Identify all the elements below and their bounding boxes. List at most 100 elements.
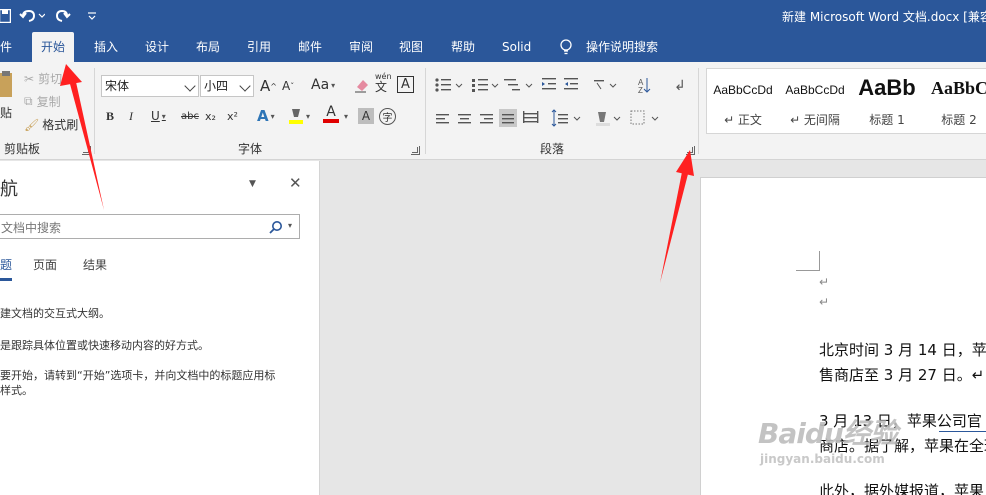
paste-icon[interactable]: [0, 70, 14, 100]
style-sample: AaBbCcDd: [713, 83, 773, 97]
style-sample: AaBbCcDd: [785, 83, 845, 97]
clear-formatting-button[interactable]: [354, 77, 370, 93]
font-color-dropdown[interactable]: ▾: [342, 112, 348, 121]
grow-font-button[interactable]: A ^: [260, 77, 277, 95]
shrink-font-icon: A: [282, 79, 291, 93]
phonetic-guide-button[interactable]: wén 文: [375, 72, 392, 93]
shrink-font-button[interactable]: Aˇ: [282, 79, 294, 93]
highlight-button[interactable]: ▾: [288, 107, 310, 125]
tab-view[interactable]: 视图: [399, 32, 423, 62]
paragraph-controls: AZ ↲: [435, 77, 686, 127]
watermark-url: jingyan.baidu.com: [760, 452, 885, 466]
font-name-combo[interactable]: 宋体: [101, 75, 199, 97]
tab-results[interactable]: 结果: [83, 256, 107, 273]
paragraph-dialog-launcher[interactable]: [686, 146, 695, 155]
character-border-button[interactable]: A: [397, 76, 414, 93]
group-separator: [698, 68, 699, 154]
pane-options-icon[interactable]: ▼: [249, 179, 256, 189]
font-size-combo[interactable]: 小四: [200, 75, 254, 97]
navigation-pane: 导航 ▼ ✕ 文档中搜索 ▾ 题 页面 结果 建文档的交互式大纲。 是跟踪具体位…: [0, 161, 320, 495]
style-no-spacing[interactable]: AaBbCcDd ↵ 无间隔: [779, 69, 851, 133]
text-effects-icon: A: [257, 107, 269, 125]
style-heading-1[interactable]: AaBb 标题 1: [851, 69, 923, 133]
paragraph-mark: ↵: [819, 275, 830, 289]
document-title: 新建 Microsoft Word 文档.docx [兼容: [782, 10, 986, 24]
character-shading-button[interactable]: A: [358, 108, 374, 124]
tab-headings[interactable]: 题: [0, 256, 12, 273]
enclose-characters-button[interactable]: 字: [379, 108, 396, 125]
character-border-icon: A: [401, 77, 410, 92]
ribbon: 贴 ✂ 剪切 ⧉ 复制 🖌 格式刷 剪贴板 宋体 小四 A ^ Aˇ Aa ▾ wé…: [0, 62, 986, 160]
document-text-line: 此外，据外媒报道，苹果: [819, 482, 985, 495]
subscript-button[interactable]: x₂: [205, 110, 216, 123]
change-case-icon: Aa: [311, 77, 330, 93]
cut-label: 剪切: [38, 72, 63, 86]
search-icon[interactable]: [269, 220, 283, 234]
tab-mailings[interactable]: 邮件: [298, 32, 322, 62]
style-name: 标题 1: [869, 113, 905, 127]
nav-help-text: 要开始，请转到“开始”选项卡，并向文档中的标题应用标: [0, 369, 276, 382]
style-heading-2[interactable]: AaBbC 标题 2: [923, 69, 986, 133]
format-painter-button[interactable]: 🖌 格式刷: [24, 116, 78, 133]
underline-icon: U: [151, 109, 160, 123]
text-effects-button[interactable]: A ▾: [257, 107, 275, 125]
customize-qat-icon[interactable]: [86, 6, 98, 26]
style-name: 标题 2: [941, 113, 977, 127]
style-sample: AaBb: [858, 75, 916, 100]
tab-design[interactable]: 设计: [145, 32, 169, 62]
tab-solid[interactable]: Solid: [502, 32, 531, 62]
change-case-button[interactable]: Aa ▾: [311, 77, 335, 93]
nav-search-input[interactable]: 文档中搜索 ▾: [0, 214, 300, 239]
cut-button[interactable]: ✂ 剪切: [24, 70, 62, 87]
search-options-icon[interactable]: ▾: [288, 221, 292, 230]
navigation-title: 导航: [0, 179, 18, 200]
tab-layout[interactable]: 布局: [196, 32, 220, 62]
watermark-logo: Baidu经验: [758, 417, 898, 450]
nav-help-text: 建文档的交互式大纲。: [0, 307, 110, 320]
style-name: ↵ 无间隔: [790, 113, 840, 127]
italic-button[interactable]: I: [129, 109, 133, 124]
font-name-value: 宋体: [105, 79, 130, 93]
font-color-icon: A: [326, 104, 336, 120]
chevron-down-icon[interactable]: [239, 80, 251, 92]
close-icon[interactable]: ✕: [289, 174, 302, 192]
title-bar: 新建 Microsoft Word 文档.docx [兼容: [0, 0, 986, 32]
margin-marker: [796, 251, 820, 271]
chevron-down-icon[interactable]: [184, 80, 196, 92]
tab-pages[interactable]: 页面: [33, 256, 57, 273]
undo-icon[interactable]: [18, 6, 46, 26]
copy-button[interactable]: ⧉ 复制: [24, 93, 61, 110]
character-shading-icon: A: [361, 109, 371, 123]
active-tab-indicator: [0, 278, 12, 281]
underline-button[interactable]: U ▾: [151, 109, 166, 123]
copy-icon: ⧉: [24, 94, 33, 108]
style-normal[interactable]: AaBbCcDd ↵ 正文: [707, 69, 779, 133]
superscript-button[interactable]: x²: [227, 110, 238, 123]
lightbulb-icon: [560, 39, 572, 55]
tab-file[interactable]: 件: [0, 32, 12, 62]
font-color-button[interactable]: A: [323, 104, 339, 123]
hyperlink-underline: [939, 431, 986, 432]
clipboard-dialog-launcher[interactable]: [82, 146, 91, 155]
tab-references[interactable]: 引用: [247, 32, 271, 62]
paragraph-mark: ↵: [819, 295, 830, 309]
tab-insert[interactable]: 插入: [94, 32, 118, 62]
tab-home[interactable]: 开始: [32, 32, 75, 62]
save-icon[interactable]: [0, 6, 12, 26]
redo-icon[interactable]: [54, 6, 72, 26]
scissors-icon: ✂: [24, 71, 35, 86]
bold-button[interactable]: B: [106, 109, 114, 124]
strikethrough-button[interactable]: abc: [181, 111, 199, 122]
svg-text:Z: Z: [638, 86, 643, 95]
tell-me-search[interactable]: 操作说明搜索: [586, 32, 658, 62]
ribbon-tabs: 件 开始 插入 设计 布局 引用 邮件 审阅 视图 帮助 Solid 操作说明搜…: [0, 32, 986, 62]
group-separator: [94, 68, 95, 154]
tab-help[interactable]: 帮助: [451, 32, 475, 62]
style-name: ↵ 正文: [724, 113, 762, 127]
tab-review[interactable]: 审阅: [349, 32, 373, 62]
group-separator: [425, 68, 426, 154]
font-dialog-launcher[interactable]: [411, 146, 420, 155]
search-placeholder: 文档中搜索: [1, 221, 62, 235]
paste-button[interactable]: 贴: [0, 104, 12, 121]
nav-help-text: 样式。: [0, 384, 33, 397]
